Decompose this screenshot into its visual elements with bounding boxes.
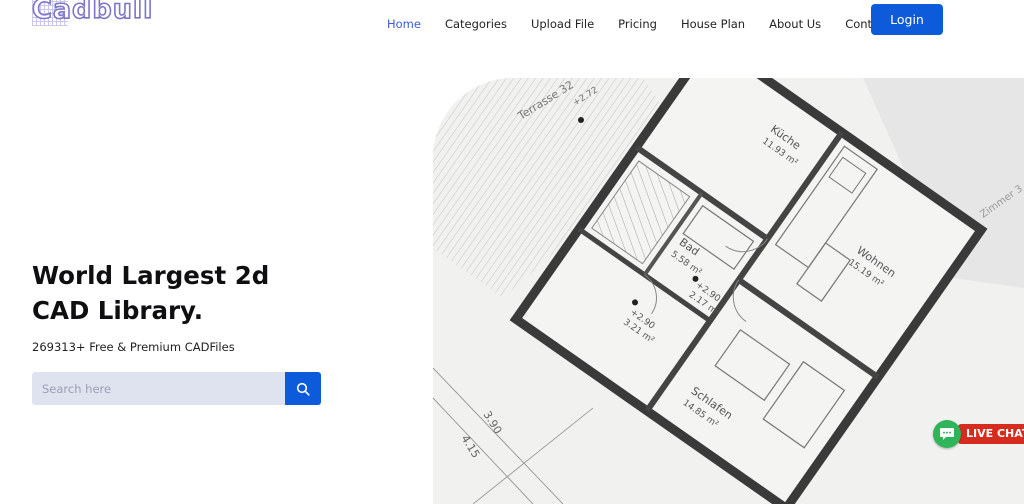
- site-header: Cadbull Home Categories Upload File Pric…: [0, 0, 1024, 48]
- search-button[interactable]: [285, 372, 321, 405]
- nav-house-plan[interactable]: House Plan: [681, 17, 745, 31]
- nav-upload-file[interactable]: Upload File: [531, 17, 594, 31]
- nav-categories[interactable]: Categories: [445, 17, 507, 31]
- logo[interactable]: Cadbull: [31, 0, 172, 30]
- logo-text: Cadbull: [31, 0, 154, 26]
- hero-title-line-1: World Largest 2d: [32, 261, 270, 290]
- hero-title: World Largest 2d CAD Library.: [32, 258, 332, 328]
- search-bar: [32, 372, 321, 405]
- live-chat-widget[interactable]: LIVE CHAT: [932, 420, 1024, 448]
- main-nav: Home Categories Upload File Pricing Hous…: [387, 17, 890, 31]
- login-button[interactable]: Login: [871, 4, 943, 35]
- search-input[interactable]: [32, 372, 285, 405]
- hero-title-line-2: CAD Library.: [32, 296, 204, 325]
- nav-about-us[interactable]: About Us: [769, 17, 821, 31]
- search-icon: [296, 382, 310, 396]
- hero-subtitle: 269313+ Free & Premium CADFiles: [32, 340, 235, 354]
- live-chat-label: LIVE CHAT: [958, 424, 1024, 444]
- chat-bubble-icon: [933, 420, 961, 448]
- nav-home[interactable]: Home: [387, 17, 421, 31]
- nav-pricing[interactable]: Pricing: [618, 17, 657, 31]
